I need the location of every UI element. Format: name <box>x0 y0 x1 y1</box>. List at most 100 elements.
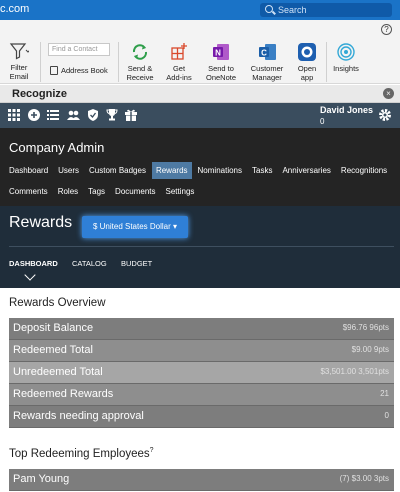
table-row: Unredeemed Total $3,501.00 3,501pts <box>9 362 394 384</box>
tab-rewards[interactable]: Rewards <box>151 162 192 179</box>
row-value: 0 <box>384 411 389 420</box>
table-row: Redeemed Total $9.00 9pts <box>9 340 394 362</box>
company-admin-section: Company Admin Dashboard Users Custom Bad… <box>0 128 400 206</box>
insights-button[interactable]: Insights <box>330 42 362 73</box>
add-icon[interactable] <box>28 109 40 121</box>
pane-title: Recognize <box>12 88 68 100</box>
tab-settings[interactable]: Settings <box>162 183 199 200</box>
trophy-icon[interactable] <box>106 109 118 121</box>
insights-icon <box>337 43 355 61</box>
funnel-icon <box>9 43 29 60</box>
ribbon-divider <box>118 42 119 82</box>
ribbon-divider <box>40 42 41 82</box>
chevron-down-icon <box>24 269 36 281</box>
people-icon[interactable] <box>67 109 80 121</box>
gift-icon[interactable] <box>125 109 137 121</box>
search-icon <box>265 5 273 13</box>
tab-custom-badges[interactable]: Custom Badges <box>85 162 150 179</box>
row-value: $9.00 9pts <box>351 345 389 354</box>
shield-icon[interactable] <box>87 109 99 121</box>
top-employees-title-text: Top Redeeming Employees <box>9 447 150 460</box>
window-title: c.com <box>0 3 30 15</box>
user-points-count: 0 <box>320 117 325 126</box>
tab-users[interactable]: Users <box>54 162 83 179</box>
tab-tasks[interactable]: Tasks <box>248 162 276 179</box>
tab-comments[interactable]: Comments <box>9 183 52 200</box>
subtab-budget[interactable]: BUDGET <box>121 259 152 268</box>
grid-menu-icon[interactable] <box>8 109 20 121</box>
subtab-catalog[interactable]: CATALOG <box>72 259 107 268</box>
address-book-icon <box>50 66 58 75</box>
get-addins-label: Get Add-ins <box>166 64 192 82</box>
search-input[interactable]: Search <box>260 3 392 17</box>
tab-roles[interactable]: Roles <box>54 183 82 200</box>
onenote-icon: N <box>213 44 229 60</box>
tab-documents[interactable]: Documents <box>111 183 159 200</box>
row-label: Redeemed Total <box>13 344 93 356</box>
table-row[interactable]: Pam Young (7) $3.00 3pts <box>9 469 394 491</box>
svg-text:C: C <box>261 49 267 58</box>
customer-manager-icon: C <box>259 44 276 60</box>
table-row: Redeemed Rewards 21 <box>9 384 394 406</box>
find-contact-field[interactable]: Find a Contact <box>48 43 110 56</box>
page-title: Company Admin <box>9 140 105 155</box>
admin-tabs-row-2: Comments Roles Tags Documents Settings <box>9 183 200 200</box>
close-icon[interactable]: × <box>383 88 394 99</box>
insights-label: Insights <box>333 64 359 73</box>
subtab-dashboard[interactable]: DASHBOARD <box>9 259 58 268</box>
ribbon-toolbar: ? Filter Email Find a Contact Address Bo… <box>0 20 400 84</box>
filter-email-button[interactable]: Filter Email <box>4 41 34 81</box>
table-row: Deposit Balance $96.76 96pts <box>9 318 394 340</box>
help-icon[interactable]: ? <box>381 24 392 35</box>
row-label: Unredeemed Total <box>13 366 103 378</box>
row-label: Redeemed Rewards <box>13 388 114 400</box>
rewards-title: Rewards <box>9 214 73 231</box>
sync-icon <box>132 44 148 60</box>
row-value: 21 <box>380 389 389 398</box>
admin-tabs-row-1: Dashboard Users Custom Badges Rewards No… <box>9 162 393 179</box>
row-label: Rewards needing approval <box>13 410 144 422</box>
help-tooltip-icon[interactable]: ? <box>150 447 154 454</box>
window-title-bar: c.com Search <box>0 0 400 20</box>
tab-anniversaries[interactable]: Anniversaries <box>278 162 334 179</box>
rewards-overview-title: Rewards Overview <box>9 297 106 309</box>
filter-email-label: Filter Email <box>9 63 29 81</box>
open-app-label: Open app <box>297 64 317 82</box>
customer-manager-button[interactable]: C Customer Manager <box>248 42 286 82</box>
rewards-header: Rewards $ United States Dollar ▾ DASHBOA… <box>0 206 400 288</box>
gear-icon[interactable] <box>378 108 392 124</box>
addins-icon <box>171 43 187 60</box>
ribbon-divider <box>326 42 327 82</box>
tab-recognitions[interactable]: Recognitions <box>337 162 391 179</box>
send-receive-button[interactable]: Send & Receive <box>124 42 156 82</box>
user-name[interactable]: David Jones <box>320 105 373 115</box>
search-placeholder: Search <box>278 5 307 15</box>
address-book-button[interactable]: Address Book <box>50 66 108 75</box>
get-addins-button[interactable]: Get Add-ins <box>164 42 194 82</box>
tab-tags[interactable]: Tags <box>84 183 109 200</box>
svg-text:N: N <box>215 49 221 58</box>
list-icon[interactable] <box>47 109 59 121</box>
employee-redeemed: (7) $3.00 3pts <box>339 474 389 483</box>
app-top-nav: David Jones 0 <box>0 103 400 128</box>
tab-dashboard[interactable]: Dashboard <box>9 162 52 179</box>
send-to-onenote-button[interactable]: N Send to OneNote <box>204 42 238 82</box>
find-contact-placeholder: Find a Contact <box>52 46 98 53</box>
tab-nominations[interactable]: Nominations <box>194 162 246 179</box>
currency-dropdown[interactable]: $ United States Dollar ▾ <box>82 216 188 238</box>
open-app-icon <box>298 43 316 61</box>
rewards-overview-table: Deposit Balance $96.76 96pts Redeemed To… <box>9 318 394 428</box>
top-employees-title: Top Redeeming Employees? <box>9 447 154 460</box>
row-label: Deposit Balance <box>13 322 94 334</box>
employee-name: Pam Young <box>13 473 70 485</box>
send-receive-label: Send & Receive <box>126 64 154 82</box>
table-row: Rewards needing approval 0 <box>9 406 394 428</box>
row-value: $3,501.00 3,501pts <box>320 367 389 376</box>
customer-manager-label: Customer Manager <box>250 64 284 82</box>
address-book-label: Address Book <box>61 66 108 75</box>
top-employees-table: Pam Young (7) $3.00 3pts <box>9 469 394 491</box>
open-app-button[interactable]: Open app <box>292 42 322 82</box>
row-value: $96.76 96pts <box>342 323 389 332</box>
send-to-onenote-label: Send to OneNote <box>205 64 237 82</box>
header-divider <box>9 246 394 247</box>
